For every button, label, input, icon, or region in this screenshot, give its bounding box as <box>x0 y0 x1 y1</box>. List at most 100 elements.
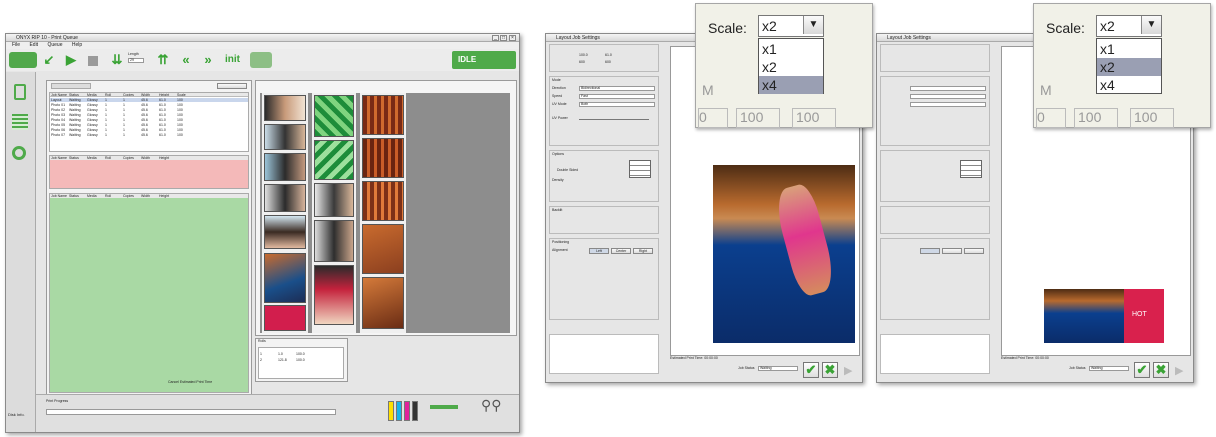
printed-col[interactable]: Job Name <box>50 194 68 198</box>
menu-file[interactable]: File <box>12 42 20 48</box>
speed-label: Speed <box>552 94 563 98</box>
table-row[interactable]: Photo 07 Waiting Glossy 1 1 45.6 61.0 100 <box>50 133 248 137</box>
init-button[interactable]: init <box>225 54 240 65</box>
col-scale[interactable]: Scale <box>176 93 194 96</box>
backlit-group <box>880 206 990 234</box>
scale-option-x1[interactable]: x1 <box>759 40 823 58</box>
scale-select[interactable]: x2 ▼ <box>1096 15 1162 37</box>
scale-option-x4[interactable]: x4 <box>759 76 823 94</box>
close-button[interactable]: × <box>509 35 516 41</box>
roll-row[interactable]: 1 1.0 100.0 <box>259 352 343 356</box>
held-col[interactable]: Copies <box>122 156 140 160</box>
held-col[interactable]: Width <box>140 156 158 160</box>
uv-mode-select[interactable]: Both <box>579 102 655 107</box>
printed-col[interactable]: Roll <box>104 194 122 198</box>
feed-up-icon[interactable]: ⇈ <box>156 53 170 67</box>
align-left-button[interactable]: Left <box>589 248 609 254</box>
queue-icon[interactable] <box>14 84 26 100</box>
col-job-name[interactable]: Job Name <box>50 93 68 96</box>
direction-select[interactable]: Bidirectional <box>579 86 655 91</box>
scale-select[interactable]: x2 ▼ <box>758 15 824 37</box>
speed-select[interactable]: Fast <box>579 94 655 99</box>
table-row[interactable]: Photo 02 Waiting Glossy 1 1 45.6 61.0 100 <box>50 108 248 112</box>
col-height[interactable]: Height <box>158 93 176 96</box>
table-row[interactable]: Photo 05 Waiting Glossy 1 1 45.6 61.0 100 <box>50 123 248 127</box>
forward-icon[interactable]: » <box>201 53 215 67</box>
menu-help[interactable]: Help <box>72 42 82 48</box>
rolls-label: Rolls <box>258 339 266 343</box>
uv-power-slider[interactable] <box>579 119 649 120</box>
col-width[interactable]: Width <box>140 93 158 96</box>
import-icon[interactable]: ↙ <box>42 53 56 67</box>
held-col[interactable]: Job Name <box>50 156 68 160</box>
printed-col[interactable]: Media <box>86 194 104 198</box>
scale-option-x2[interactable]: x2 <box>759 58 823 76</box>
rewind-icon[interactable]: « <box>179 53 193 67</box>
scale-label: Scale: <box>708 20 747 36</box>
held-col[interactable]: Height <box>158 156 176 160</box>
queue-action-button[interactable] <box>217 83 247 89</box>
next-arrow-icon[interactable]: ▶ <box>1175 364 1183 377</box>
table-cell: Glossy <box>87 113 98 117</box>
printhead-icon: ⚲⚲ <box>481 397 502 413</box>
length-input[interactable]: 29 <box>128 58 144 63</box>
printed-col[interactable]: Width <box>140 194 158 198</box>
preview-photo <box>314 183 354 217</box>
col-status[interactable]: Status <box>68 93 86 96</box>
printer-tab[interactable] <box>250 52 272 68</box>
table-cell: Glossy <box>87 128 98 132</box>
align-left-button[interactable] <box>920 248 940 254</box>
feed-down-icon[interactable]: ⇊ <box>110 53 124 67</box>
ok-button[interactable]: ✔ <box>1134 362 1150 378</box>
rolls-group <box>549 334 659 374</box>
align-center-button[interactable] <box>942 248 962 254</box>
double-sided-checkbox[interactable]: Double Sided <box>557 168 578 173</box>
job-status-select[interactable]: Waiting <box>758 366 798 371</box>
maximize-button[interactable]: □ <box>500 35 507 41</box>
printed-col[interactable]: Height <box>158 194 176 198</box>
job-status-select[interactable]: Waiting <box>1089 366 1129 371</box>
uv-mode-select[interactable] <box>910 102 986 107</box>
roll-row[interactable]: 2 121.8 100.0 <box>259 358 343 362</box>
table-row[interactable]: Photo 03 Waiting Glossy 1 1 45.6 61.0 100 <box>50 113 248 117</box>
menu-queue[interactable]: Queue <box>47 42 62 48</box>
printed-col[interactable]: Status <box>68 194 86 198</box>
direction-select[interactable] <box>910 86 986 91</box>
printed-col[interactable]: Copies <box>122 194 140 198</box>
scale-option-x4[interactable]: x4 <box>1097 76 1161 94</box>
speed-select[interactable] <box>910 94 986 99</box>
align-right-button[interactable] <box>964 248 984 254</box>
col-roll[interactable]: Roll <box>104 93 122 96</box>
menu-edit[interactable]: Edit <box>29 42 38 48</box>
align-right-button[interactable]: Right <box>633 248 653 254</box>
background-letter: M <box>702 82 714 98</box>
table-row[interactable]: Photo 01 Waiting Glossy 1 1 45.6 61.0 100 <box>50 103 248 107</box>
table-row[interactable]: Photo 04 Waiting Glossy 1 1 45.6 61.0 100 <box>50 118 248 122</box>
table-row[interactable]: Layout Waiting Glossy 1 1 45.6 61.0 100 <box>50 98 248 102</box>
scale-selected-value: x2 <box>762 18 777 34</box>
scale-option-x1[interactable]: x1 <box>1097 40 1161 58</box>
play-icon[interactable]: ▶ <box>64 53 78 67</box>
col-copies[interactable]: Copies <box>122 93 140 96</box>
held-col[interactable]: Status <box>68 156 86 160</box>
search-icon[interactable] <box>12 146 26 160</box>
chevron-down-icon[interactable]: ▼ <box>803 16 823 34</box>
list-icon[interactable] <box>12 114 28 130</box>
cancel-button[interactable]: ✖ <box>1153 362 1169 378</box>
printed-table: Job Name Status Media Roll Copies Width Height <box>49 193 249 393</box>
col-media[interactable]: Media <box>86 93 104 96</box>
backlit-checkbox[interactable]: Backlit <box>552 208 562 213</box>
held-col[interactable]: Media <box>86 156 104 160</box>
held-col[interactable]: Roll <box>104 156 122 160</box>
stop-icon[interactable] <box>88 56 98 66</box>
preview-photo <box>264 305 306 331</box>
align-center-button[interactable]: Center <box>611 248 631 254</box>
ok-button[interactable]: ✔ <box>803 362 819 378</box>
next-arrow-icon[interactable]: ▶ <box>844 364 852 377</box>
minimize-button[interactable]: _ <box>492 35 499 41</box>
cancel-button[interactable]: ✖ <box>822 362 838 378</box>
table-row[interactable]: Photo 06 Waiting Glossy 1 1 45.6 61.0 100 <box>50 128 248 132</box>
chevron-down-icon[interactable]: ▼ <box>1141 16 1161 34</box>
scale-option-x2[interactable]: x2 <box>1097 58 1161 76</box>
home-tab[interactable] <box>9 52 37 68</box>
